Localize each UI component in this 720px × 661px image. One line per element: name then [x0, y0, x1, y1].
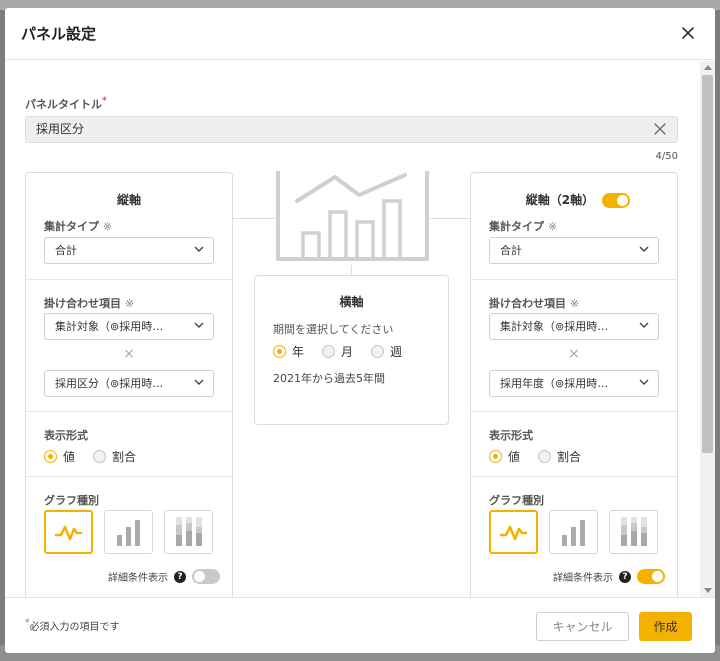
- chevron-down-icon: [194, 246, 204, 252]
- required-note: *必須入力の項目です: [25, 618, 120, 633]
- center-panel-title: 横軸: [339, 295, 364, 309]
- left-detail-row: 詳細条件表示 ?: [108, 569, 220, 584]
- chevron-down-icon: [639, 322, 649, 328]
- connector-right: [430, 218, 470, 219]
- chevron-down-icon: [639, 379, 649, 385]
- right-panel-title: 縦軸（2軸）: [471, 191, 677, 208]
- right-format-ratio[interactable]: 割合: [538, 448, 581, 465]
- period-month[interactable]: 月: [322, 343, 353, 360]
- line-chart-icon: [499, 525, 528, 541]
- panel-settings-dialog: パネル設定 パネルタイトル* 採用区分 4/50 縦軸 集計タイプ ※ 合計 掛…: [5, 8, 715, 653]
- radio-selected: [44, 450, 57, 463]
- radio-unselected: [371, 345, 385, 358]
- left-graph-type-label: グラフ種別: [44, 494, 99, 507]
- right-graph-type-buttons: [489, 510, 659, 554]
- line-chart-icon: [54, 525, 83, 541]
- left-aggregation-select[interactable]: 合計: [44, 237, 214, 264]
- dialog-header: パネル設定: [5, 8, 715, 60]
- cancel-button[interactable]: キャンセル: [536, 612, 629, 641]
- left-panel-title: 縦軸: [116, 193, 141, 207]
- clear-icon[interactable]: [653, 122, 667, 136]
- char-count: 4/50: [655, 151, 678, 162]
- right-graph-type-label: グラフ種別: [489, 494, 544, 507]
- dialog-footer: *必須入力の項目です キャンセル 作成: [5, 597, 715, 653]
- help-icon[interactable]: ?: [619, 570, 631, 583]
- left-vertical-axis-panel: 縦軸 集計タイプ ※ 合計 掛け合わせ項目 ※ 集計対象（⊚採用時… × 採用区…: [25, 172, 233, 597]
- help-icon[interactable]: ?: [174, 570, 186, 583]
- graph-type-stacked-button[interactable]: [609, 510, 658, 554]
- period-note: 2021年から過去5年間: [273, 372, 385, 385]
- graph-type-line-button[interactable]: [489, 510, 538, 554]
- left-combination-section: 掛け合わせ項目 ※ 集計対象（⊚採用時… × 採用区分（⊚採用時…: [26, 279, 232, 411]
- chevron-down-icon: [194, 379, 204, 385]
- radio-selected: [489, 450, 502, 463]
- right-graph-type-section: グラフ種別 詳細条件表示 ?: [471, 476, 677, 597]
- scroll-down-icon[interactable]: [704, 588, 712, 593]
- period-week[interactable]: 週: [371, 343, 402, 360]
- left-combination-label: 掛け合わせ項目 ※: [44, 297, 135, 310]
- left-format-ratio[interactable]: 割合: [93, 448, 136, 465]
- left-display-format-section: 表示形式 値 割合: [26, 411, 232, 476]
- required-mark: *: [102, 96, 107, 106]
- bar-chart-icon: [117, 520, 140, 546]
- close-icon[interactable]: [679, 24, 697, 42]
- left-display-format-label: 表示形式: [44, 429, 88, 442]
- horizontal-axis-panel: 横軸 期間を選択してください 年 月 週 2021年から過去5年間: [254, 275, 449, 425]
- graph-type-bar-button[interactable]: [104, 510, 153, 554]
- radio-unselected: [322, 345, 336, 358]
- right-display-format-options: 値 割合: [489, 448, 595, 465]
- dialog-title: パネル設定: [21, 25, 97, 43]
- chevron-down-icon: [639, 246, 649, 252]
- times-symbol: ×: [568, 346, 580, 362]
- stacked-bar-icon: [176, 517, 202, 546]
- connector-left: [233, 218, 275, 219]
- radio-selected: [273, 345, 286, 358]
- radio-unselected: [93, 450, 107, 463]
- graph-type-line-button[interactable]: [44, 510, 93, 554]
- right-aggregation-select[interactable]: 合計: [489, 237, 659, 264]
- stacked-bar-icon: [621, 517, 647, 546]
- chevron-down-icon: [194, 322, 204, 328]
- left-detail-toggle[interactable]: [192, 569, 220, 584]
- right-combination-select-1[interactable]: 集計対象（⊚採用時…: [489, 313, 659, 340]
- left-graph-type-buttons: [44, 510, 214, 554]
- right-combination-label: 掛け合わせ項目 ※: [489, 297, 580, 310]
- right-display-format-section: 表示形式 値 割合: [471, 411, 677, 476]
- graph-type-bar-button[interactable]: [549, 510, 598, 554]
- right-combination-section: 掛け合わせ項目 ※ 集計対象（⊚採用時… × 採用年度（⊚採用時…: [471, 279, 677, 411]
- bar-chart-icon: [562, 520, 585, 546]
- dialog-body: パネルタイトル* 採用区分 4/50 縦軸 集計タイプ ※ 合計 掛け合わせ項目…: [5, 61, 700, 597]
- left-combination-select-2[interactable]: 採用区分（⊚採用時…: [44, 370, 214, 397]
- panel-title-input[interactable]: 採用区分: [25, 116, 678, 143]
- connector-center: [351, 265, 352, 275]
- left-aggregation-label: 集計タイプ ※: [44, 220, 113, 233]
- times-symbol: ×: [123, 346, 135, 362]
- right-detail-toggle[interactable]: [637, 569, 665, 584]
- radio-unselected: [538, 450, 552, 463]
- period-year[interactable]: 年: [273, 343, 304, 360]
- secondary-axis-toggle[interactable]: [602, 193, 631, 208]
- scrollbar-thumb[interactable]: [702, 75, 713, 453]
- right-format-value[interactable]: 値: [489, 448, 520, 465]
- right-aggregation-label: 集計タイプ ※: [489, 220, 558, 233]
- graph-type-stacked-button[interactable]: [164, 510, 213, 554]
- dialog-scrollbar[interactable]: [700, 61, 715, 597]
- period-options: 年 月 週: [273, 343, 416, 360]
- right-display-format-label: 表示形式: [489, 429, 533, 442]
- left-graph-type-section: グラフ種別 詳細条件表示 ?: [26, 476, 232, 597]
- right-detail-label: 詳細条件表示: [553, 573, 613, 584]
- left-detail-label: 詳細条件表示: [108, 573, 168, 584]
- panel-title-label: パネルタイトル*: [25, 96, 107, 111]
- right-secondary-axis-panel: 縦軸（2軸） 集計タイプ ※ 合計 掛け合わせ項目 ※ 集計対象（⊚採用時… ×: [470, 172, 678, 597]
- left-format-value[interactable]: 値: [44, 448, 75, 465]
- scroll-up-icon[interactable]: [704, 65, 712, 70]
- right-detail-row: 詳細条件表示 ?: [553, 569, 665, 584]
- right-combination-select-2[interactable]: 採用年度（⊚採用時…: [489, 370, 659, 397]
- left-display-format-options: 値 割合: [44, 448, 150, 465]
- chart-illustration: [276, 171, 429, 261]
- create-button[interactable]: 作成: [639, 612, 692, 641]
- left-combination-select-1[interactable]: 集計対象（⊚採用時…: [44, 313, 214, 340]
- period-label: 期間を選択してください: [273, 323, 394, 336]
